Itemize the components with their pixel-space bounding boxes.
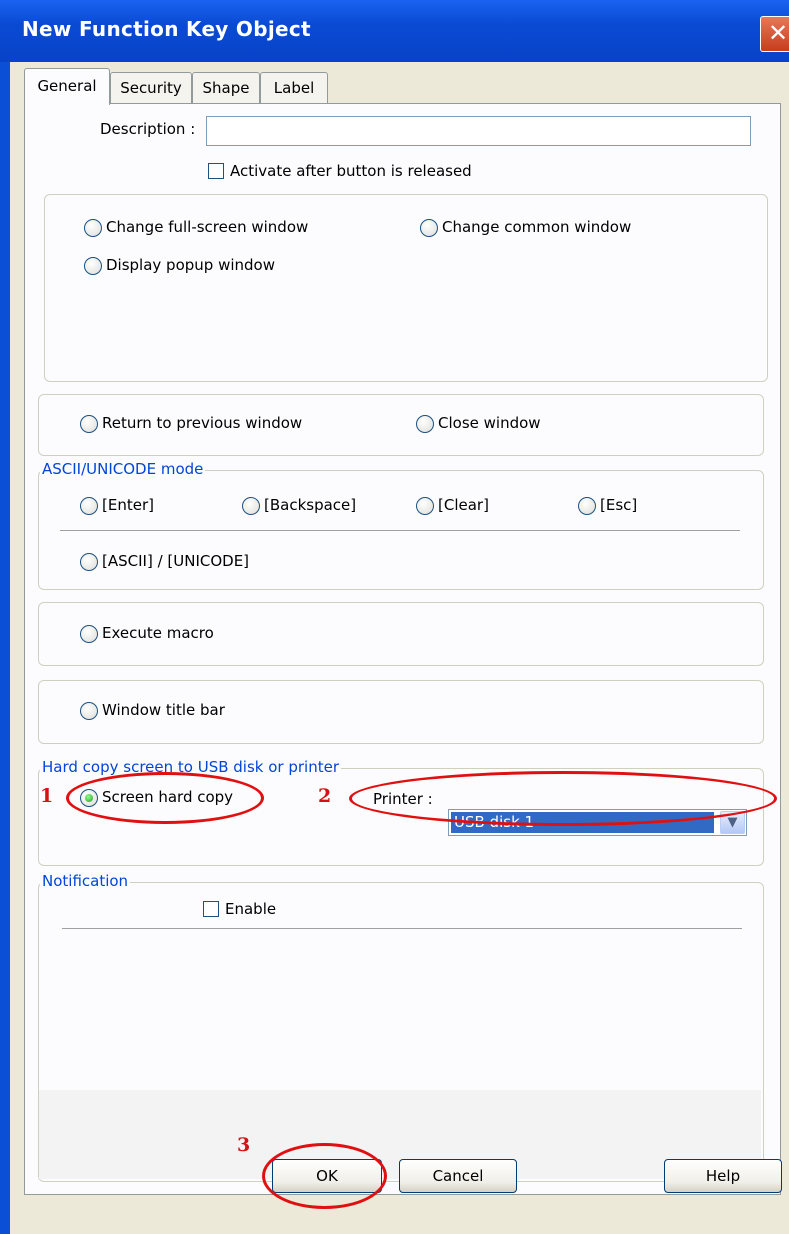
ascii-unicode-radio[interactable] <box>80 553 98 571</box>
tab-security[interactable]: Security <box>110 72 192 103</box>
window-title: New Function Key Object <box>22 17 311 41</box>
display-popup-radio[interactable] <box>84 257 102 275</box>
display-popup-label: Display popup window <box>106 256 275 274</box>
execute-macro-label: Execute macro <box>102 624 214 642</box>
description-label: Description : <box>100 120 196 138</box>
annotation-circle-1 <box>66 772 264 824</box>
close-window-radio[interactable] <box>416 415 434 433</box>
notification-divider <box>62 928 742 929</box>
clear-radio[interactable] <box>416 497 434 515</box>
enable-checkbox[interactable] <box>203 901 219 917</box>
annotation-circle-2 <box>349 771 777 826</box>
execute-macro-radio[interactable] <box>80 625 98 643</box>
window-title-bar-label: Window title bar <box>102 701 225 719</box>
chevron-down-icon: ▼ <box>727 815 738 830</box>
ascii-unicode-label: [ASCII] / [UNICODE] <box>102 552 250 570</box>
change-fullscreen-radio[interactable] <box>84 219 102 237</box>
cancel-button-label: Cancel <box>432 1167 484 1185</box>
activate-after-release-checkbox[interactable] <box>208 163 224 179</box>
enable-label: Enable <box>225 900 277 918</box>
notification-legend: Notification <box>40 872 131 890</box>
return-previous-radio[interactable] <box>80 415 98 433</box>
tab-label[interactable]: Label <box>260 72 328 103</box>
cancel-button[interactable]: Cancel <box>399 1159 517 1193</box>
annotation-circle-3 <box>262 1143 387 1209</box>
ascii-unicode-legend: ASCII/UNICODE mode <box>40 460 206 478</box>
change-fullscreen-label: Change full-screen window <box>106 218 309 236</box>
tab-shape[interactable]: Shape <box>192 72 260 103</box>
close-icon: ✕ <box>767 19 789 47</box>
window-title-bar-radio[interactable] <box>80 702 98 720</box>
tab-general-label: General <box>37 77 97 95</box>
tab-shape-label: Shape <box>202 79 250 97</box>
clear-label: [Clear] <box>438 496 489 514</box>
enter-label: [Enter] <box>102 496 154 514</box>
ascii-divider <box>60 530 740 531</box>
description-input[interactable] <box>206 116 751 146</box>
backspace-radio[interactable] <box>242 497 260 515</box>
help-button-label: Help <box>705 1167 741 1185</box>
tab-general[interactable]: General <box>24 68 110 105</box>
return-previous-label: Return to previous window <box>102 414 303 432</box>
backspace-label: [Backspace] <box>264 496 357 514</box>
tab-label-label: Label <box>273 79 315 97</box>
close-window-label: Close window <box>438 414 541 432</box>
esc-label: [Esc] <box>600 496 638 514</box>
activate-after-release-label: Activate after button is released <box>230 162 472 180</box>
annotation-step-1: 1 <box>40 785 54 807</box>
tab-security-label: Security <box>120 79 182 97</box>
enter-radio[interactable] <box>80 497 98 515</box>
change-common-label: Change common window <box>442 218 632 236</box>
annotation-step-2: 2 <box>318 785 332 807</box>
annotation-step-3: 3 <box>237 1134 251 1156</box>
close-button[interactable]: ✕ <box>760 16 789 52</box>
help-button[interactable]: Help <box>664 1159 782 1193</box>
change-common-radio[interactable] <box>420 219 438 237</box>
esc-radio[interactable] <box>578 497 596 515</box>
